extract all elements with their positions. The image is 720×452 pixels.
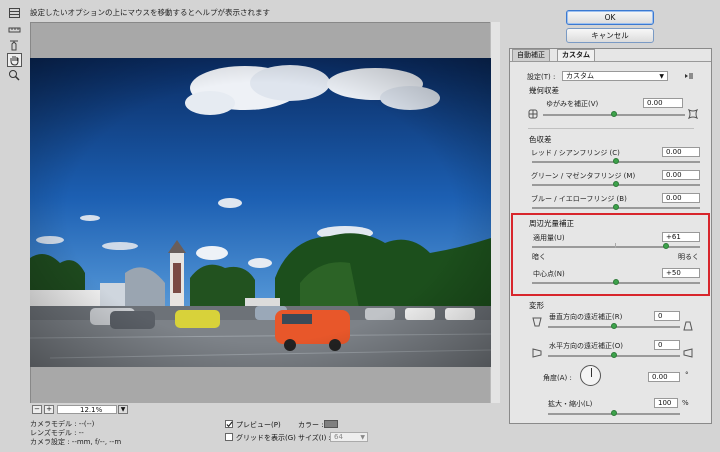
zoom-tool-icon[interactable] — [7, 68, 22, 82]
camera-info: カメラモデル : --(--) レンズモデル : -- カメラ設定 : --mm… — [30, 420, 121, 447]
angle-dial-needle — [591, 368, 592, 377]
lens-model-text: レンズモデル : -- — [30, 429, 84, 437]
angle-unit: ° — [685, 371, 689, 379]
vertical-perspective-icon — [532, 317, 542, 327]
green-magenta-fringe-slider-thumb[interactable] — [613, 181, 619, 187]
horizontal-perspective-reverse-icon — [683, 348, 693, 358]
remove-distortion-field[interactable]: 0.00 — [643, 98, 683, 108]
settings-menu-icon[interactable] — [684, 71, 694, 81]
blue-yellow-fringe-label: ブルー / イエローフリンジ (B) — [531, 195, 627, 203]
green-magenta-fringe-label: グリーン / マゼンタフリンジ (M) — [531, 172, 636, 180]
vertical-perspective-field[interactable]: 0 — [654, 311, 680, 321]
preview-scrollbar[interactable] — [490, 22, 500, 404]
zoom-in-button[interactable]: + — [44, 405, 54, 414]
geometric-distortion-title: 幾何収差 — [529, 86, 559, 95]
transform-title: 変形 — [529, 301, 544, 310]
red-cyan-fringe-slider-thumb[interactable] — [613, 158, 619, 164]
grid-size-label: サイズ(I) : — [298, 434, 331, 442]
settings-label: 設定(T) : — [527, 73, 556, 81]
camera-settings-text: カメラ設定 : --mm, f/--, --m — [30, 438, 122, 446]
scale-unit: % — [682, 399, 689, 407]
ok-button[interactable]: OK — [566, 10, 654, 25]
vignette-highlight-box — [511, 213, 710, 296]
grid-color-label: カラー : — [298, 421, 324, 429]
move-grid-tool-icon[interactable] — [7, 38, 22, 52]
angle-field[interactable]: 0.00 — [648, 372, 680, 382]
grid-color-swatch[interactable] — [324, 420, 338, 428]
preview-image — [30, 58, 491, 367]
settings-value: カスタム — [566, 72, 594, 80]
grid-size-value: 64 — [334, 433, 343, 441]
camera-model-text: カメラモデル : --(--) — [30, 420, 95, 428]
vertical-perspective-label: 垂直方向の遠近補正(R) — [549, 313, 623, 321]
blue-yellow-fringe-field[interactable]: 0.00 — [662, 193, 700, 203]
cancel-button[interactable]: キャンセル — [566, 28, 654, 43]
scale-label: 拡大・縮小(L) — [548, 400, 593, 408]
grid-size-dropdown-icon[interactable]: ▼ — [360, 433, 365, 442]
settings-dropdown[interactable]: カスタム ▼ — [562, 71, 668, 81]
scale-slider-thumb[interactable] — [611, 410, 617, 416]
vertical-perspective-reverse-icon — [683, 321, 693, 331]
horizontal-perspective-label: 水平方向の遠近補正(O) — [549, 342, 623, 350]
vertical-perspective-slider-thumb[interactable] — [611, 323, 617, 329]
zoom-level-field[interactable]: 12.1% — [57, 405, 117, 414]
angle-label: 角度(A) : — [543, 374, 572, 382]
horizontal-perspective-field[interactable]: 0 — [654, 340, 680, 350]
horizontal-perspective-icon — [532, 348, 542, 358]
tab-custom[interactable]: カスタム — [557, 49, 595, 61]
section-divider — [528, 128, 694, 129]
remove-distortion-label: ゆがみを補正(V) — [546, 100, 599, 108]
barrel-distortion-icon — [528, 109, 538, 119]
show-grid-checkbox[interactable] — [225, 433, 233, 441]
hand-tool-icon[interactable] — [7, 53, 22, 67]
preview-label: プレビュー(P) — [236, 421, 281, 429]
zoom-out-button[interactable]: − — [32, 405, 42, 414]
preview-checkbox[interactable] — [225, 420, 233, 428]
scale-field[interactable]: 100 — [654, 398, 678, 408]
pincushion-distortion-icon — [687, 108, 699, 120]
red-cyan-fringe-label: レッド / シアンフリンジ (C) — [531, 149, 620, 157]
grid-size-field[interactable]: 64 ▼ — [330, 432, 368, 442]
remove-distortion-slider-thumb[interactable] — [611, 111, 617, 117]
show-grid-label: グリッドを表示(G) — [236, 434, 296, 442]
remove-distortion-tool-icon[interactable] — [7, 6, 22, 20]
blue-yellow-fringe-slider-thumb[interactable] — [613, 204, 619, 210]
tab-auto-correction[interactable]: 自動補正 — [512, 49, 550, 61]
horizontal-perspective-slider-thumb[interactable] — [611, 352, 617, 358]
chromatic-aberration-title: 色収差 — [529, 135, 552, 144]
chevron-down-icon: ▼ — [659, 73, 664, 80]
zoom-dropdown-icon[interactable]: ▼ — [118, 405, 128, 414]
straighten-tool-icon[interactable] — [7, 23, 22, 37]
help-hint-text: 設定したいオプションの上にマウスを移動するとヘルプが表示されます — [30, 8, 270, 17]
tool-column — [0, 0, 28, 400]
green-magenta-fringe-field[interactable]: 0.00 — [662, 170, 700, 180]
zoom-controls: − + 12.1% ▼ — [30, 403, 500, 415]
red-cyan-fringe-field[interactable]: 0.00 — [662, 147, 700, 157]
tab-divider — [510, 61, 711, 62]
angle-dial[interactable] — [580, 365, 601, 386]
